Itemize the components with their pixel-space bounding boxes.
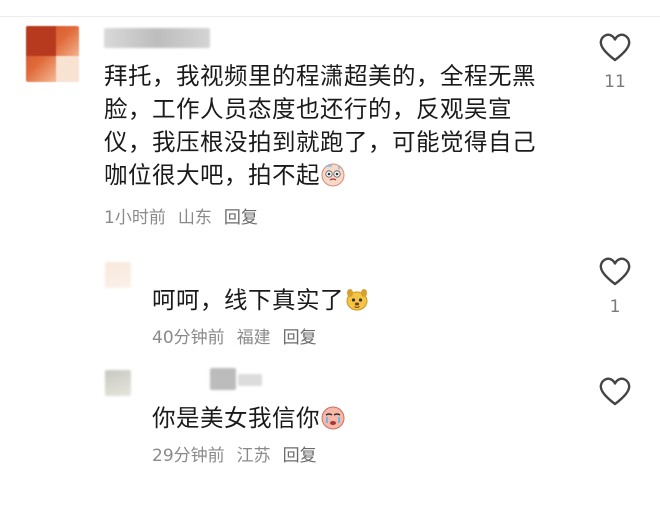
crying-face-emoji: [321, 406, 345, 430]
comment-meta: 1小时前 山东 回复: [104, 203, 258, 228]
reply-body: 呵呵，线下真实了: [152, 286, 344, 314]
reply-text: 你是美女我信你: [152, 402, 572, 435]
top-divider: [0, 16, 660, 17]
avatar[interactable]: [105, 262, 131, 288]
reply-text: 呵呵，线下真实了: [152, 284, 572, 317]
avatar[interactable]: [26, 26, 79, 82]
reply-meta: 40分钟前 福建 回复: [152, 323, 317, 348]
heart-outline-icon[interactable]: [598, 376, 632, 408]
reply-button[interactable]: 回复: [283, 328, 317, 348]
like-count: 11: [604, 72, 626, 92]
username-blurred[interactable]: [238, 374, 262, 386]
sweat-face-emoji: [321, 163, 345, 187]
comment-time: 1小时前: [104, 208, 166, 228]
reply-body: 你是美女我信你: [152, 404, 320, 432]
avatar[interactable]: [105, 370, 131, 396]
reply-meta: 29分钟前 江苏 回复: [152, 441, 317, 466]
username-blurred[interactable]: [210, 368, 236, 390]
reply-location: 福建: [236, 328, 271, 348]
reply-button[interactable]: 回复: [283, 446, 317, 466]
dog-face-emoji: [346, 289, 368, 311]
username-blurred[interactable]: [104, 28, 210, 48]
reply-button[interactable]: 回复: [224, 208, 258, 228]
reply-location: 江苏: [236, 446, 271, 466]
reply-time: 40分钟前: [152, 328, 225, 348]
heart-outline-icon[interactable]: [598, 32, 632, 64]
like-count: 1: [609, 297, 621, 317]
comment-text: 拜托，我视频里的程潇超美的，全程无黑脸，工作人员态度也还行的，反观吴宣仪，我压根…: [104, 60, 554, 192]
reply-time: 29分钟前: [152, 446, 225, 466]
heart-outline-icon[interactable]: [598, 256, 632, 288]
comment-location: 山东: [177, 208, 212, 228]
